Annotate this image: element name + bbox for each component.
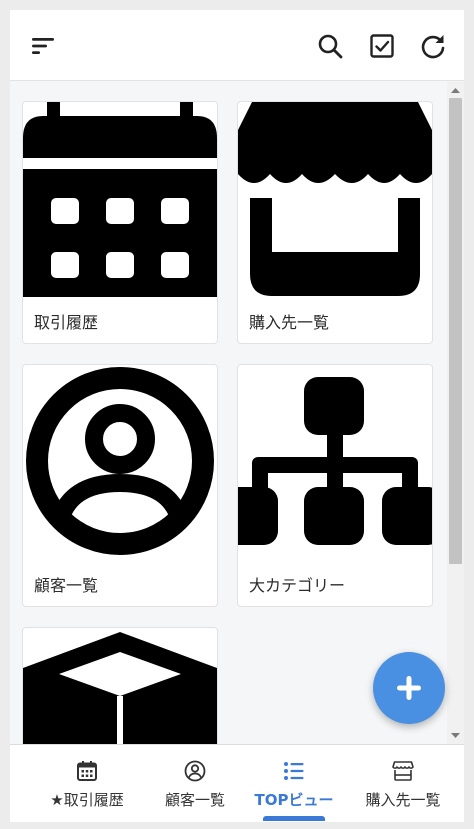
card-label: 大カテゴリー: [249, 576, 346, 595]
calendar-icon: [23, 102, 217, 297]
refresh-icon[interactable]: [419, 32, 447, 60]
scroll-down-arrow-icon[interactable]: [450, 730, 461, 741]
card-label: 顧客一覧: [34, 576, 99, 595]
nav-label: ★取引履歴: [50, 791, 124, 809]
scrollbar[interactable]: [447, 82, 464, 744]
nav-item-transaction-history[interactable]: ★取引履歴: [32, 745, 142, 822]
card-label: 購入先一覧: [249, 313, 330, 332]
plus-icon: [397, 676, 421, 700]
nav-item-customer-list[interactable]: 顧客一覧: [145, 745, 245, 822]
nav-label: 顧客一覧: [164, 791, 225, 809]
search-icon[interactable]: [316, 32, 344, 60]
active-tab-indicator: [263, 816, 325, 821]
add-button[interactable]: [373, 652, 445, 724]
store-icon: [238, 102, 432, 296]
check-square-icon[interactable]: [368, 32, 396, 60]
nav-label: TOPビュー: [254, 791, 334, 809]
card-transaction-history[interactable]: 取引履歴: [22, 101, 218, 344]
card-customer-list[interactable]: 顧客一覧: [22, 364, 218, 607]
nav-label: 購入先一覧: [365, 791, 441, 809]
app-bar: [10, 10, 464, 81]
card-supplier-list[interactable]: 購入先一覧: [237, 101, 433, 344]
card-label: 取引履歴: [34, 313, 99, 332]
user-circle-icon: [184, 760, 206, 782]
card-major-category[interactable]: 大カテゴリー: [237, 364, 433, 607]
card-item[interactable]: [22, 627, 218, 744]
app-frame: 取引履歴 購入先一覧 顧客一覧 大カテゴリー ★取引履歴 顧客一覧 TOPビュー…: [10, 10, 464, 822]
sort-menu-icon[interactable]: [29, 32, 57, 60]
user-circle-icon: [26, 367, 214, 555]
store-icon: [392, 761, 414, 781]
card-grid: 取引履歴 購入先一覧 顧客一覧 大カテゴリー: [10, 82, 447, 744]
nav-item-top-view[interactable]: TOPビュー: [244, 745, 344, 822]
nav-item-supplier-list[interactable]: 購入先一覧: [353, 745, 453, 822]
calendar-icon: [77, 761, 97, 781]
cube-icon: [23, 632, 217, 744]
list-icon: [284, 762, 304, 780]
scroll-up-arrow-icon[interactable]: [450, 85, 461, 96]
bottom-navigation: ★取引履歴 顧客一覧 TOPビュー 購入先一覧: [10, 744, 464, 822]
sitemap-icon: [238, 377, 432, 545]
scrollbar-thumb[interactable]: [449, 98, 462, 564]
